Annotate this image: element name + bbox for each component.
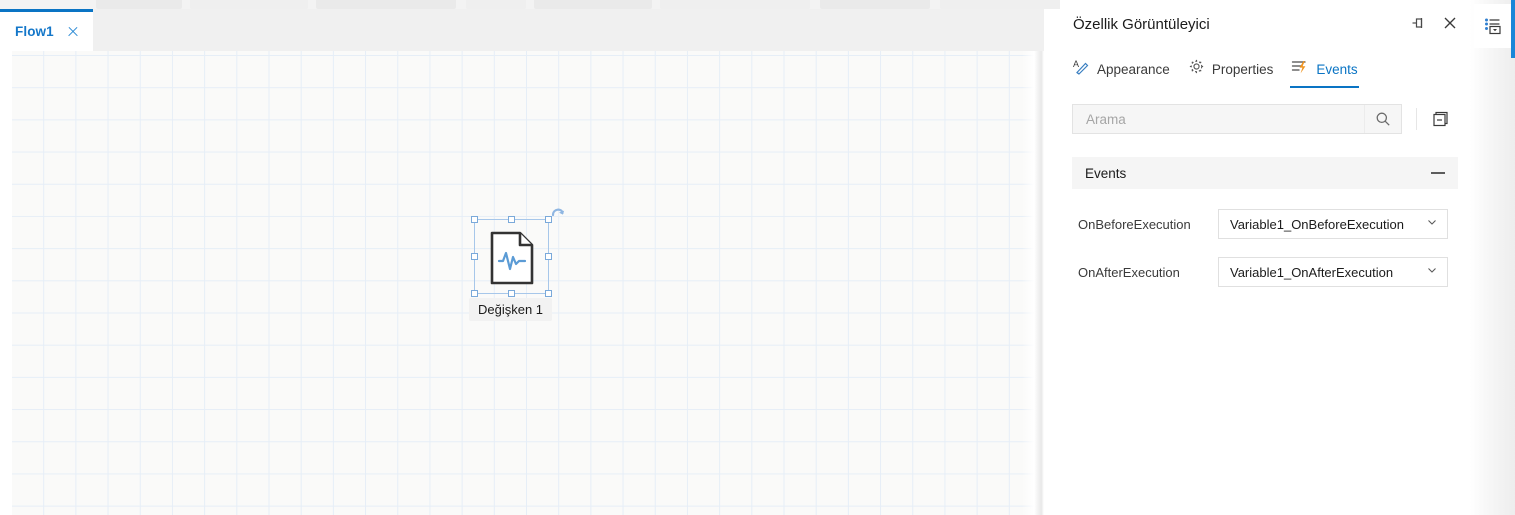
search-box[interactable] xyxy=(1072,104,1402,134)
resize-handle-bottom-left[interactable] xyxy=(471,290,478,297)
chevron-down-icon xyxy=(1426,263,1438,281)
resize-handle-middle-left[interactable] xyxy=(471,252,478,260)
events-lightning-icon xyxy=(1291,58,1309,80)
rail-active-accent xyxy=(1511,0,1515,58)
resize-handle-top-left[interactable] xyxy=(471,216,478,223)
ribbon-ghost-item xyxy=(660,0,810,9)
tab-properties[interactable]: Properties xyxy=(1187,52,1275,88)
resize-handle-middle-right[interactable] xyxy=(545,252,552,260)
gear-icon xyxy=(1188,58,1205,80)
ribbon-ghost-item xyxy=(466,0,526,9)
pin-icon[interactable] xyxy=(1408,13,1428,33)
appearance-pencil-icon: A xyxy=(1073,58,1090,80)
property-label: OnAfterExecution xyxy=(1078,264,1180,280)
document-tabstrip: Flow1 xyxy=(0,9,1044,51)
ribbon-ghost-item xyxy=(96,0,182,9)
app-root: Flow1 Değişken 1 Özellik Görüntüleyici A… xyxy=(0,0,1515,515)
document-tab-flow1[interactable]: Flow1 xyxy=(0,9,93,51)
resize-handle-top-center[interactable] xyxy=(507,216,515,223)
panel-search-row xyxy=(1072,104,1458,134)
close-icon[interactable] xyxy=(1440,13,1460,33)
rotate-icon[interactable] xyxy=(548,202,568,222)
tab-events[interactable]: Events xyxy=(1290,52,1359,88)
node-label-text: Değişken 1 xyxy=(478,302,544,317)
right-rail xyxy=(1470,0,1515,515)
group-header-events[interactable]: Events xyxy=(1072,157,1458,189)
panel-tabs: A Appearance Properties Events xyxy=(1060,52,1470,90)
toolbar-divider xyxy=(1416,108,1417,130)
dropdown-value: Variable1_OnBeforeExecution xyxy=(1230,216,1404,232)
property-row-onafterexecution: OnAfterExecution Variable1_OnAfterExecut… xyxy=(1060,248,1470,296)
resize-handle-bottom-center[interactable] xyxy=(507,290,515,297)
chevron-down-icon xyxy=(1426,215,1438,233)
search-icon[interactable] xyxy=(1364,105,1401,133)
property-label: OnBeforeExecution xyxy=(1078,216,1191,232)
tab-appearance-label: Appearance xyxy=(1097,61,1170,77)
dropdown-value: Variable1_OnAfterExecution xyxy=(1230,264,1394,280)
property-rows: OnBeforeExecution Variable1_OnBeforeExec… xyxy=(1060,200,1470,296)
panel-header: Özellik Görüntüleyici xyxy=(1060,0,1470,48)
dropdown-onbeforeexecution[interactable]: Variable1_OnBeforeExecution xyxy=(1218,209,1448,239)
resize-handle-bottom-right[interactable] xyxy=(545,290,552,297)
tab-appearance[interactable]: A Appearance xyxy=(1072,52,1171,88)
tab-properties-label: Properties xyxy=(1211,61,1274,77)
minus-icon[interactable] xyxy=(1431,172,1445,174)
group-title: Events xyxy=(1085,165,1127,181)
property-viewer-panel: Özellik Görüntüleyici A Appearance Prope… xyxy=(1060,0,1470,515)
ribbon-ghost-item xyxy=(190,0,308,9)
tab-events-label: Events xyxy=(1316,61,1358,77)
panel-title: Özellik Görüntüleyici xyxy=(1073,15,1210,33)
search-input[interactable] xyxy=(1084,110,1368,128)
ribbon-ghost-item xyxy=(940,0,1070,9)
panel-header-actions xyxy=(1408,13,1460,33)
property-row-onbeforeexecution: OnBeforeExecution Variable1_OnBeforeExec… xyxy=(1060,200,1470,248)
property-viewer-icon[interactable] xyxy=(1474,4,1511,48)
ribbon-ghost-item xyxy=(820,0,930,9)
canvas-right-edge xyxy=(1022,51,1044,515)
ribbon-ghost-item xyxy=(534,0,652,9)
svg-text:A: A xyxy=(1073,59,1079,69)
close-icon[interactable] xyxy=(66,25,80,39)
node-label: Değişken 1 xyxy=(469,298,553,321)
document-waveform-icon[interactable] xyxy=(488,231,536,285)
dropdown-onafterexecution[interactable]: Variable1_OnAfterExecution xyxy=(1218,257,1448,287)
collapse-all-icon[interactable] xyxy=(1429,107,1453,131)
document-tab-label: Flow1 xyxy=(15,24,54,39)
ribbon-ghost-item xyxy=(316,0,456,9)
